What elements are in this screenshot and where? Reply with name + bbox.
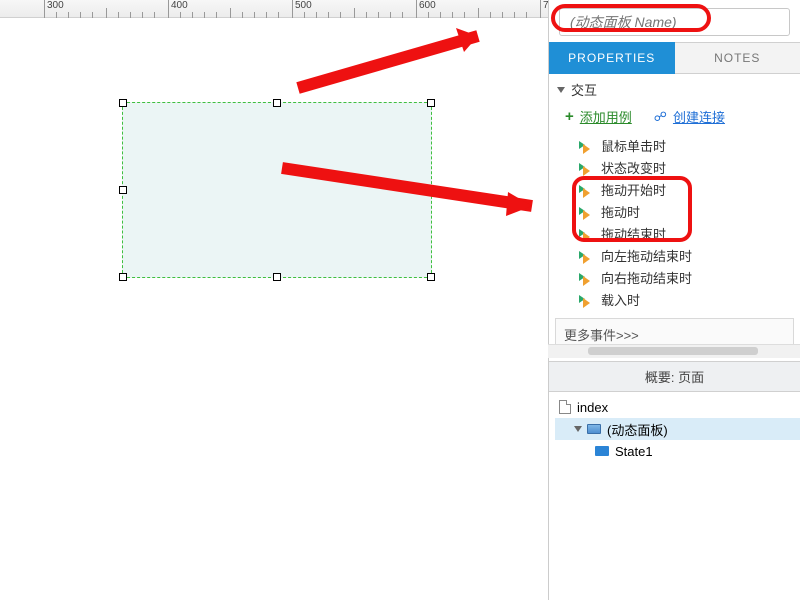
outline-label: State1 — [615, 444, 653, 459]
inspector-horizontal-scrollbar[interactable] — [548, 344, 800, 358]
outline-dynamic-panel[interactable]: (动态面板) — [555, 418, 800, 440]
resize-handle-tl[interactable] — [119, 99, 127, 107]
event-list: 鼠标单击时 状态改变时 拖动开始时 拖动时 拖动结束时 向左拖动结束时 向右拖动… — [549, 134, 800, 312]
event-onload[interactable]: 载入时 — [555, 288, 794, 310]
dynamic-panel-icon — [587, 424, 601, 434]
link-icon: ☍ — [654, 109, 667, 125]
plus-icon: + — [565, 108, 574, 125]
event-label: 载入时 — [601, 290, 640, 309]
event-icon — [579, 204, 593, 218]
tab-notes[interactable]: NOTES — [675, 42, 800, 74]
event-icon — [579, 182, 593, 196]
event-label: 拖动时 — [601, 202, 640, 221]
event-onswiperight[interactable]: 向右拖动结束时 — [555, 266, 794, 288]
outline-header: 概要: 页面 — [549, 361, 800, 392]
widget-name-input[interactable] — [559, 8, 790, 36]
interaction-actions-row: + 添加用例 ☍ 创建连接 — [549, 103, 800, 134]
event-label: 拖动开始时 — [601, 180, 666, 199]
ruler-mark: 500 — [295, 0, 312, 11]
event-label: 状态改变时 — [601, 158, 666, 177]
event-label: 向右拖动结束时 — [601, 268, 692, 287]
event-label: 拖动结束时 — [601, 224, 666, 243]
resize-handle-bm[interactable] — [273, 273, 281, 281]
state-icon — [595, 446, 609, 456]
event-icon — [579, 138, 593, 152]
event-label: 鼠标单击时 — [601, 136, 666, 155]
annotation-arrow-to-name — [288, 18, 528, 98]
add-case-link[interactable]: 添加用例 — [580, 107, 632, 126]
create-link-link[interactable]: 创建连接 — [673, 107, 725, 126]
outline-tree: index (动态面板) State1 — [549, 392, 800, 462]
event-ondragstart[interactable]: 拖动开始时 — [555, 178, 794, 200]
outline-label: (动态面板) — [607, 420, 668, 439]
resize-handle-tr[interactable] — [427, 99, 435, 107]
design-canvas[interactable] — [0, 18, 548, 600]
resize-handle-ml[interactable] — [119, 186, 127, 194]
annotation-arrow-to-drag-events — [272, 150, 572, 230]
chevron-down-icon — [557, 87, 565, 93]
event-label: 向左拖动结束时 — [601, 246, 692, 265]
resize-handle-tm[interactable] — [273, 99, 281, 107]
event-ondrag[interactable]: 拖动时 — [555, 200, 794, 222]
event-icon — [579, 270, 593, 284]
outline-label: index — [577, 400, 608, 415]
event-icon — [579, 226, 593, 240]
outline-state1[interactable]: State1 — [555, 440, 800, 462]
section-label: 交互 — [571, 80, 597, 99]
event-onclick[interactable]: 鼠标单击时 — [555, 134, 794, 156]
horizontal-ruler: 300 400 500 600 700 — [0, 0, 548, 18]
tab-properties[interactable]: PROPERTIES — [549, 42, 675, 74]
outline-page-index[interactable]: index — [555, 396, 800, 418]
ruler-mark: 400 — [171, 0, 188, 11]
event-icon — [579, 248, 593, 262]
expand-icon[interactable] — [574, 426, 582, 432]
resize-handle-bl[interactable] — [119, 273, 127, 281]
resize-handle-br[interactable] — [427, 273, 435, 281]
event-ondragdrop[interactable]: 拖动结束时 — [555, 222, 794, 244]
event-icon — [579, 292, 593, 306]
event-onswipeleft[interactable]: 向左拖动结束时 — [555, 244, 794, 266]
page-icon — [559, 400, 571, 414]
event-onpanelstatechange[interactable]: 状态改变时 — [555, 156, 794, 178]
section-interactions[interactable]: 交互 — [549, 74, 800, 103]
ruler-mark: 600 — [419, 0, 436, 11]
inspector-pane: PROPERTIES NOTES 交互 + 添加用例 ☍ 创建连接 鼠标单击时 … — [548, 0, 800, 600]
event-icon — [579, 160, 593, 174]
inspector-tabs: PROPERTIES NOTES — [549, 42, 800, 74]
ruler-mark: 300 — [47, 0, 64, 11]
